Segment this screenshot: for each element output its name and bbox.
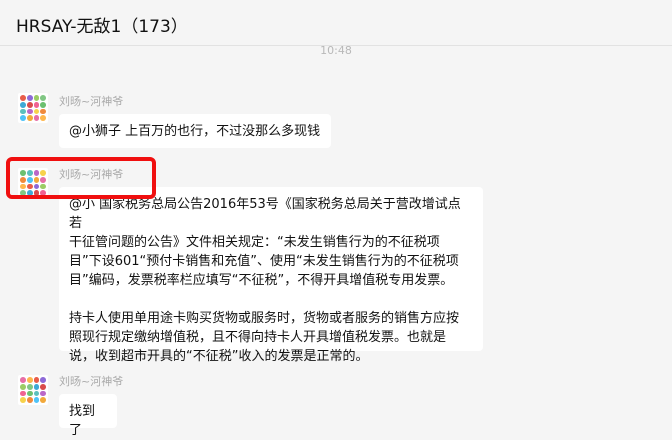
message-text: 干征管问题的公告》文件相关规定：“未发生销售行为的不征税项 <box>69 235 440 250</box>
message-text: 照现行规定缴纳增值税，且不得向持卡人开具增值税发票。也就是 <box>69 330 447 345</box>
avatar-dot <box>33 377 40 383</box>
chat-title: HRSAY-无敌1（173） <box>16 17 188 37</box>
avatar-dot <box>20 390 26 397</box>
message-text: 目”编码，发票税率栏应填写“不征税”，不得开具增值税专用发票。 <box>69 273 454 288</box>
avatar-dot <box>33 190 40 196</box>
message-bubble[interactable]: @小狮子 上百万的也行，不过没那么多现钱 <box>59 114 331 148</box>
avatar-dot <box>26 108 33 115</box>
message-bubble[interactable]: 找到了 <box>59 394 117 438</box>
message-text: @小狮子 上百万的也行，不过没那么多现钱 <box>69 124 321 139</box>
avatar-dot <box>20 95 26 101</box>
avatar-dot <box>40 397 46 403</box>
avatar-dot <box>20 170 26 176</box>
avatar-dot <box>26 101 33 108</box>
avatar-dot <box>33 390 40 397</box>
avatar-dot <box>26 190 33 196</box>
avatar-dot <box>26 95 33 101</box>
avatar-dot <box>40 115 46 121</box>
avatar-dot <box>40 176 46 183</box>
avatar-dot <box>33 383 40 390</box>
avatar-dot <box>40 390 46 397</box>
avatar-dot <box>26 397 33 403</box>
avatar-dot <box>40 383 46 390</box>
message-text: 目”下设601“预付卡销售和充值”、使用“未发生销售行为的不征税项 <box>69 254 459 269</box>
avatar-dot <box>20 190 26 196</box>
avatar-dot <box>26 183 33 190</box>
avatar-dot <box>33 101 40 108</box>
avatar-dot <box>33 183 40 190</box>
avatar-dot <box>40 95 46 101</box>
avatar[interactable] <box>18 93 48 123</box>
avatar-dot <box>40 190 46 196</box>
avatar-dot <box>20 383 26 390</box>
avatar-dot <box>33 115 40 121</box>
avatar-dot <box>26 115 33 121</box>
avatar-dot <box>40 108 46 115</box>
message-timestamp: 10:48 <box>320 44 352 57</box>
message-bubble[interactable]: @小 国家税务总局公告2016年53号《国家税务总局关于营改增试点若 干征管问题… <box>59 187 483 364</box>
avatar-dot <box>20 397 26 403</box>
avatar-dot <box>20 101 26 108</box>
avatar-dot <box>26 176 33 183</box>
avatar-dot <box>26 383 33 390</box>
avatar-dot <box>20 377 26 383</box>
message-text: 持卡人使用单用途卡购买货物或服务时，货物或者服务的销售方应按 <box>69 311 460 326</box>
avatar-dot <box>33 397 40 403</box>
avatar-dot <box>33 170 40 176</box>
avatar-dot <box>20 176 26 183</box>
avatar-dot <box>20 115 26 121</box>
avatar[interactable] <box>18 168 48 198</box>
avatar-dot <box>20 108 26 115</box>
avatar-dot <box>40 101 46 108</box>
avatar-dot <box>33 176 40 183</box>
sender-name: 刘旸~河神爷 <box>59 168 124 181</box>
avatar[interactable] <box>18 375 48 405</box>
avatar-dot <box>26 390 33 397</box>
message-text: @小 国家税务总局公告2016年53号《国家税务总局关于营改增试点若 <box>69 197 461 231</box>
sender-name: 刘旸~河神爷 <box>59 375 124 388</box>
avatar-dot <box>40 377 46 383</box>
avatar-dot <box>26 377 33 383</box>
avatar-dot <box>26 170 33 176</box>
avatar-dot <box>40 183 46 190</box>
avatar-dot <box>33 95 40 101</box>
avatar-dot <box>20 183 26 190</box>
avatar-dot <box>33 108 40 115</box>
avatar-dot <box>40 170 46 176</box>
message-text: 找到了 <box>69 404 96 438</box>
message-text: 说，收到超市开具的“不征税”收入的发票是正常的。 <box>69 349 369 364</box>
chat-title-bar: HRSAY-无敌1（173） <box>0 0 672 46</box>
sender-name: 刘旸~河神爷 <box>59 95 124 108</box>
